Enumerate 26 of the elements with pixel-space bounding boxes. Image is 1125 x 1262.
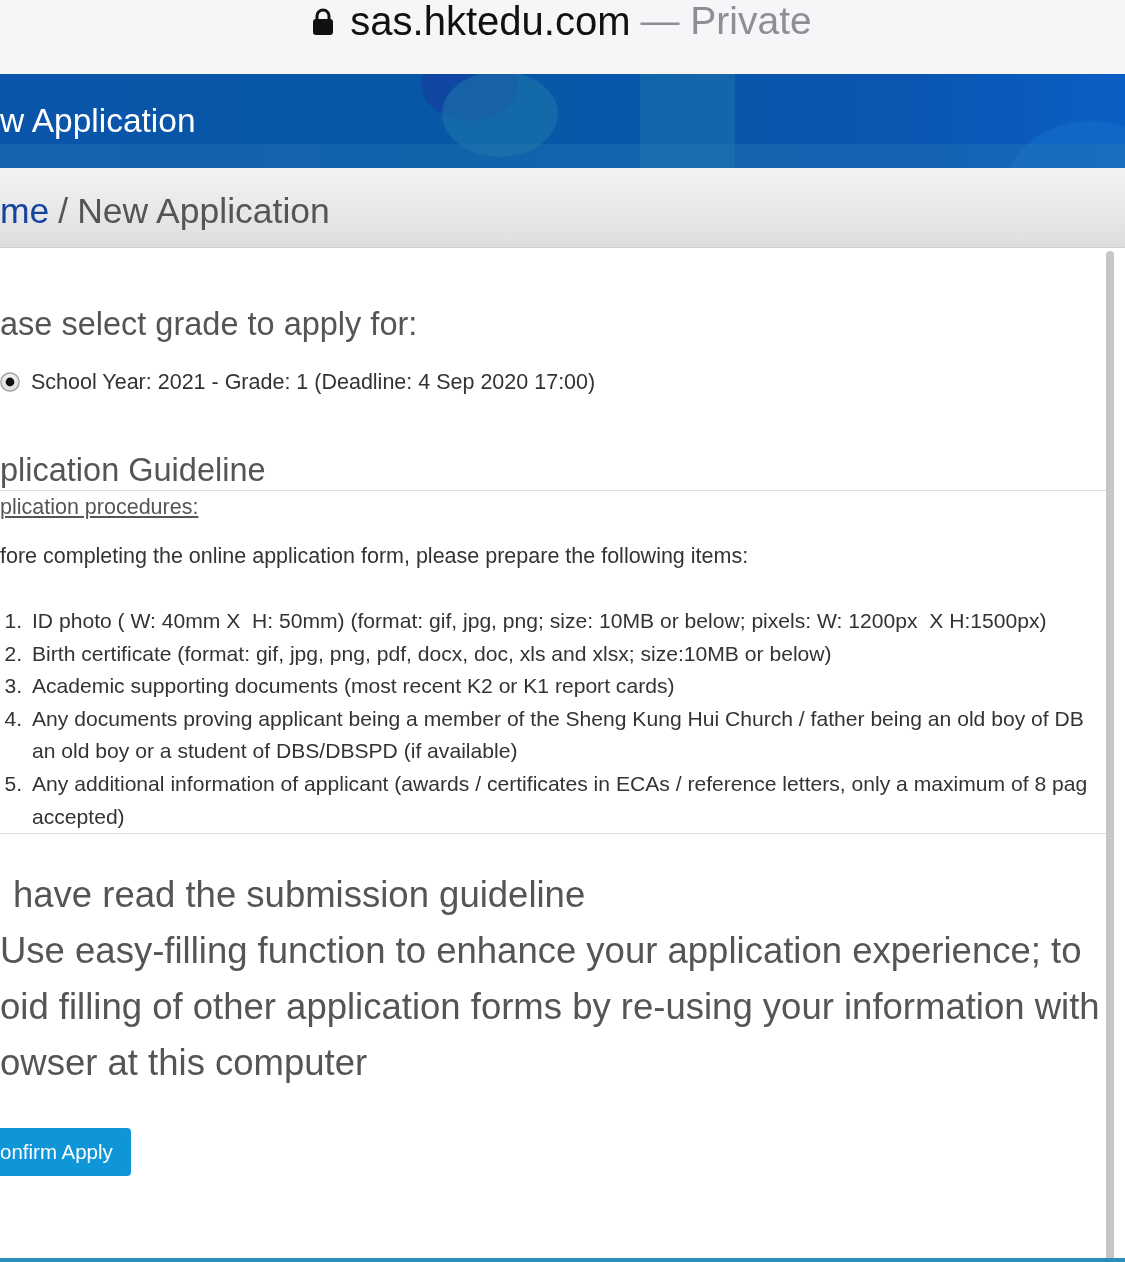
scrollbar[interactable] (1106, 251, 1114, 1258)
breadcrumb-current: New Application (77, 191, 330, 232)
page-title: w Application (0, 101, 196, 141)
intro-text: fore completing the online application form, please prepare the following items: (0, 543, 750, 570)
section-heading: ase select grade to apply for: (0, 305, 419, 344)
list-number: 4. (3, 705, 22, 732)
section-heading: plication Guideline (0, 450, 1106, 491)
list-item-text: ID photo ( W: 40mm X H: 50mm) (format: gif, jpg, png; size: 10MB or below; pixels: W: 1200px X H:1500px) (32, 608, 1047, 634)
breadcrumb-separator: / (58, 191, 69, 232)
list-item-text: Any additional information of applicant (awards / certificates in ECAs / reference letters, only a maximum of 8 pag accepted) (32, 770, 1088, 830)
lock-icon (313, 7, 334, 35)
list-item-text: Any documents proving applicant being a member of the Sheng Kung Hui Church / father being an old boy of DB an old boy or a student of DBS/DBSPD (if available) (32, 705, 1084, 765)
declaration-text: Use easy-filling function to enhance your application experience; to oid filling of other application forms by re-using your information with owser at this computer (0, 929, 1101, 1086)
list-number: 1. (3, 608, 22, 634)
list-number: 5. (3, 770, 22, 797)
list-number: 3. (3, 673, 22, 700)
private-label: — Private (640, 0, 812, 43)
procedures-link[interactable]: plication procedures: (0, 495, 199, 519)
declaration-text: have read the submission guideline (12, 873, 587, 918)
url-domain[interactable]: sas.hktedu.com (350, 0, 631, 43)
radio-label[interactable]: School Year: 2021 - Grade: 1 (Deadline: 4 Sep 2020 17:00) (31, 369, 596, 395)
list-item-text: Academic supporting documents (most recent K2 or K1 report cards) (32, 673, 675, 700)
list-number: 2. (3, 640, 22, 667)
breadcrumb-link[interactable]: me (0, 191, 50, 232)
list-item-text: Birth certificate (format: gif, jpg, png, pdf, docx, doc, xls and xlsx; size:10MB or below) (32, 640, 832, 667)
radio-button[interactable] (0, 372, 20, 392)
